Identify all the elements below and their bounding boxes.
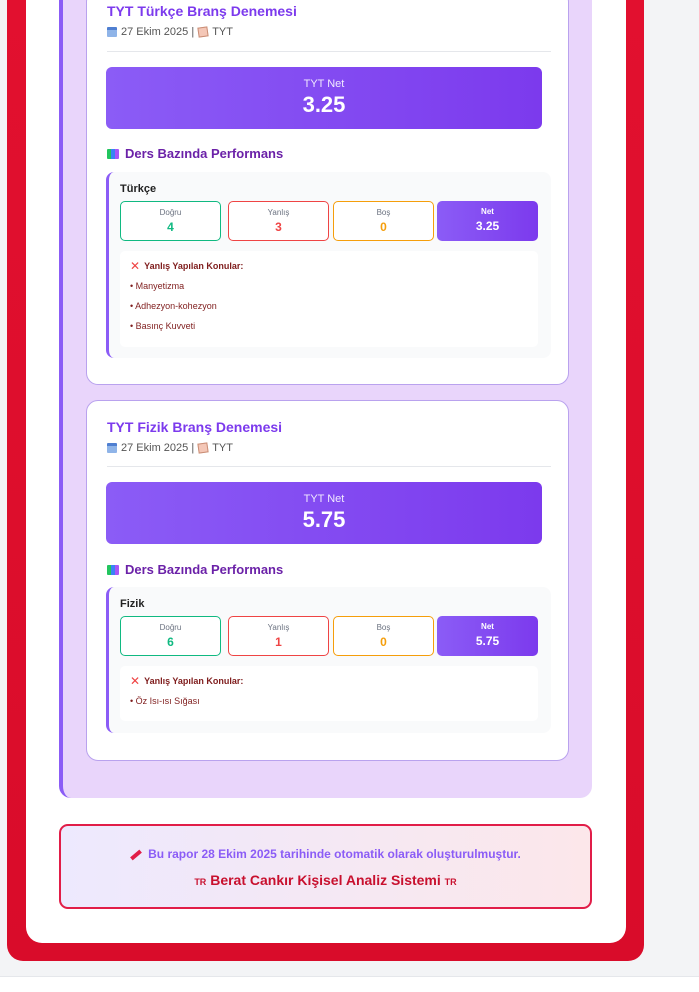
- net-stat: Net 5.75: [437, 616, 538, 656]
- wrong-topics-title: Yanlış Yapılan Konular:: [144, 676, 244, 686]
- wrong-value: 1: [275, 635, 282, 649]
- exam-title: TYT Türkçe Branş Denemesi: [107, 3, 297, 19]
- empty-stat: Boş 0: [333, 201, 434, 241]
- wrong-topics-list: • Öz Isı-ısı Sığası: [130, 696, 200, 716]
- wrong-topic-item: • Basınç Kuvveti: [130, 321, 196, 331]
- wrong-stat: Yanlış 3: [228, 201, 329, 241]
- system-name-text: Berat Cankır Kişisel Analiz Sistemi: [210, 872, 441, 888]
- correct-label: Doğru: [159, 208, 182, 217]
- wrong-topics-heading: ✕ Yanlış Yapılan Konular:: [130, 673, 244, 688]
- net-banner: TYT Net 5.75: [106, 482, 542, 544]
- wrong-label: Yanlış: [267, 623, 290, 632]
- divider: [107, 466, 551, 467]
- net-value: 3.25: [475, 219, 500, 233]
- subject-performance-box: Türkçe Doğru 4 Yanlış 3 Boş 0 Net 3.25 ✕…: [106, 172, 551, 358]
- empty-label: Boş: [376, 208, 391, 217]
- memo-icon: [197, 26, 209, 38]
- net-stat: Net 3.25: [437, 201, 538, 241]
- exam-card: TYT Fizik Branş Denemesi 27 Ekim 2025 | …: [86, 400, 569, 761]
- exam-meta: 27 Ekim 2025 | TYT: [107, 442, 233, 454]
- wrong-topic-item: • Öz Isı-ısı Sığası: [130, 696, 200, 706]
- wrong-label: Yanlış: [267, 208, 290, 217]
- net-banner-value: 3.25: [302, 92, 346, 117]
- syringe-icon: [130, 849, 142, 861]
- net-value: 5.75: [475, 634, 500, 648]
- memo-icon: [197, 442, 209, 454]
- subject-performance-box: Fizik Doğru 6 Yanlış 1 Boş 0 Net 5.75 ✕ …: [106, 587, 551, 733]
- net-label: Net: [481, 207, 494, 216]
- correct-value: 6: [167, 635, 174, 649]
- exam-title: TYT Fizik Branş Denemesi: [107, 419, 283, 435]
- wrong-topics-list: • Manyetizma • Adhezyon-kohezyon • Basın…: [130, 281, 217, 341]
- correct-label: Doğru: [159, 623, 182, 632]
- exam-type: TYT: [212, 442, 233, 454]
- subject-name: Türkçe: [120, 183, 157, 195]
- books-icon: [107, 564, 119, 575]
- wrong-topics-title: Yanlış Yapılan Konular:: [144, 261, 244, 271]
- wrong-topics-heading: ✕ Yanlış Yapılan Konular:: [130, 258, 244, 273]
- divider: [107, 51, 551, 52]
- wrong-value: 3: [275, 220, 282, 234]
- net-banner: TYT Net 3.25: [106, 67, 542, 129]
- wrong-topic-item: • Adhezyon-kohezyon: [130, 301, 217, 311]
- footer-generated-note: Bu rapor 28 Ekim 2025 tarihinde otomatik…: [61, 847, 590, 861]
- performance-heading-label: Ders Bazında Performans: [125, 146, 284, 161]
- flag-tr-right: TR: [444, 877, 457, 887]
- exam-date: 27 Ekim 2025 |: [121, 442, 195, 454]
- exam-type: TYT: [212, 26, 233, 38]
- footer-generated-text: Bu rapor 28 Ekim 2025 tarihinde otomatik…: [148, 847, 521, 861]
- flag-tr-left: TR: [194, 877, 207, 887]
- performance-heading: Ders Bazında Performans: [107, 562, 283, 577]
- calendar-icon: [107, 27, 117, 37]
- correct-stat: Doğru 4: [120, 201, 221, 241]
- empty-value: 0: [380, 220, 387, 234]
- report-footer: Bu rapor 28 Ekim 2025 tarihinde otomatik…: [59, 824, 592, 909]
- books-icon: [107, 148, 119, 159]
- correct-stat: Doğru 6: [120, 616, 221, 656]
- net-banner-label: TYT Net: [303, 78, 345, 90]
- bottom-strip: [0, 976, 699, 992]
- wrong-topic-item: • Manyetizma: [130, 281, 185, 291]
- net-banner-value: 5.75: [302, 507, 346, 532]
- performance-heading-label: Ders Bazında Performans: [125, 562, 284, 577]
- net-label: Net: [481, 622, 494, 631]
- wrong-topics-box: ✕ Yanlış Yapılan Konular: • Manyetizma •…: [120, 251, 538, 347]
- net-banner-label: TYT Net: [303, 493, 345, 505]
- performance-heading: Ders Bazında Performans: [107, 146, 283, 161]
- wrong-topics-box: ✕ Yanlış Yapılan Konular: • Öz Isı-ısı S…: [120, 666, 538, 721]
- correct-value: 4: [167, 220, 174, 234]
- empty-value: 0: [380, 635, 387, 649]
- exam-date: 27 Ekim 2025 |: [121, 26, 195, 38]
- cross-mark-icon: ✕: [130, 673, 141, 688]
- wrong-stat: Yanlış 1: [228, 616, 329, 656]
- exam-card: TYT Türkçe Branş Denemesi 27 Ekim 2025 |…: [86, 0, 569, 385]
- cross-mark-icon: ✕: [130, 258, 141, 273]
- exam-meta: 27 Ekim 2025 | TYT: [107, 26, 233, 38]
- empty-label: Boş: [376, 623, 391, 632]
- footer-system-name: TR Berat Cankır Kişisel Analiz Sistemi T…: [61, 872, 590, 888]
- subject-name: Fizik: [120, 598, 145, 610]
- empty-stat: Boş 0: [333, 616, 434, 656]
- calendar-icon: [107, 443, 117, 453]
